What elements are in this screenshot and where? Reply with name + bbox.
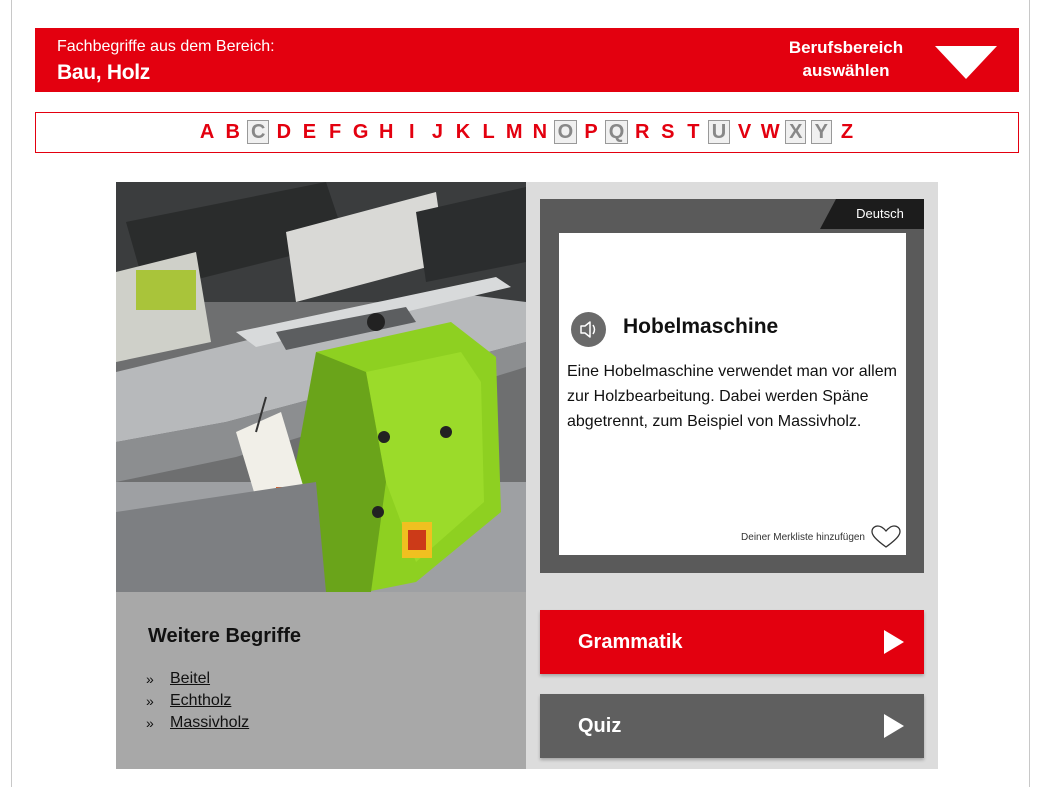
heart-icon[interactable] bbox=[871, 525, 901, 549]
letter-label[interactable]: I bbox=[409, 121, 415, 143]
favorite-label[interactable]: Deiner Merkliste hinzufügen bbox=[741, 532, 865, 543]
letter-y: Y bbox=[809, 120, 835, 144]
select-area-line2[interactable]: auswählen bbox=[781, 59, 911, 82]
header-bar: Fachbegriffe aus dem Bereich: Bau, Holz … bbox=[35, 28, 1019, 92]
letter-h[interactable]: H bbox=[373, 121, 399, 144]
letter-label: U bbox=[707, 120, 731, 144]
letter-w[interactable]: W bbox=[757, 121, 783, 144]
letter-e[interactable]: E bbox=[297, 121, 323, 144]
header-subtitle: Fachbegriffe aus dem Bereich: bbox=[57, 38, 275, 55]
grammar-button[interactable]: Grammatik bbox=[540, 610, 924, 674]
letter-label[interactable]: N bbox=[533, 121, 547, 143]
letter-label: Y bbox=[810, 120, 832, 144]
alphabet-bar: ABCDEFGHIJKLMNOPQRSTUVWXYZ bbox=[35, 112, 1019, 153]
letter-r[interactable]: R bbox=[629, 121, 655, 144]
select-area-button[interactable]: Berufsbereich auswählen bbox=[781, 36, 911, 82]
list-item: » Echtholz bbox=[146, 690, 249, 712]
letter-b[interactable]: B bbox=[220, 121, 246, 144]
letter-label: C bbox=[247, 120, 270, 144]
letter-label[interactable]: M bbox=[506, 121, 523, 143]
letter-label: Q bbox=[604, 120, 629, 144]
letter-m[interactable]: M bbox=[501, 121, 527, 144]
letter-label[interactable]: W bbox=[761, 121, 780, 143]
letter-label[interactable]: A bbox=[200, 121, 214, 143]
play-arrow-icon[interactable] bbox=[884, 630, 904, 654]
letter-label[interactable]: E bbox=[303, 121, 316, 143]
letter-n[interactable]: N bbox=[527, 121, 553, 144]
add-to-favorites-button[interactable]: Deiner Merkliste hinzufügen bbox=[741, 525, 901, 549]
letter-o: O bbox=[553, 120, 579, 144]
term-title: Hobelmaschine bbox=[623, 315, 779, 338]
letter-p[interactable]: P bbox=[578, 121, 604, 144]
select-area-line1[interactable]: Berufsbereich bbox=[781, 36, 911, 59]
term-photo bbox=[116, 182, 526, 592]
letter-z[interactable]: Z bbox=[834, 121, 860, 144]
more-terms-list: » Beitel » Echtholz » Massivholz bbox=[146, 668, 249, 734]
letter-k[interactable]: K bbox=[450, 121, 476, 144]
letter-u: U bbox=[706, 120, 732, 144]
speaker-icon[interactable] bbox=[571, 312, 606, 347]
letter-label[interactable]: V bbox=[738, 121, 751, 143]
letter-v[interactable]: V bbox=[732, 121, 758, 144]
letter-label[interactable]: L bbox=[483, 121, 495, 143]
letter-q: Q bbox=[604, 120, 630, 144]
letter-g[interactable]: G bbox=[348, 121, 374, 144]
quiz-button-label[interactable]: Quiz bbox=[578, 715, 884, 738]
grammar-button-label[interactable]: Grammatik bbox=[578, 631, 884, 654]
letter-label[interactable]: F bbox=[329, 121, 341, 143]
more-terms-title: Weitere Begriffe bbox=[148, 625, 302, 647]
play-arrow-icon[interactable] bbox=[884, 714, 904, 738]
letter-j[interactable]: J bbox=[425, 121, 451, 144]
letter-label[interactable]: K bbox=[456, 121, 470, 143]
alphabet-letters: ABCDEFGHIJKLMNOPQRSTUVWXYZ bbox=[194, 120, 860, 144]
letter-label[interactable]: D bbox=[277, 121, 291, 143]
letter-label[interactable]: T bbox=[687, 121, 699, 143]
letter-label[interactable]: J bbox=[432, 121, 443, 143]
language-badge: Deutsch bbox=[820, 199, 924, 229]
letter-label[interactable]: S bbox=[661, 121, 674, 143]
letter-label[interactable]: R bbox=[635, 121, 649, 143]
term-card-frame: Deutsch Hobelmaschine Eine Hobelmaschine… bbox=[540, 199, 924, 573]
term-definition: Eine Hobelmaschine verwendet man vor all… bbox=[567, 363, 897, 430]
bullet-icon: » bbox=[146, 715, 154, 731]
term-link-echtholz[interactable]: Echtholz bbox=[170, 690, 231, 712]
term-card: Hobelmaschine Eine Hobelmaschine verwend… bbox=[559, 233, 906, 555]
letter-s[interactable]: S bbox=[655, 121, 681, 144]
letter-t[interactable]: T bbox=[681, 121, 707, 144]
letter-label[interactable]: H bbox=[379, 121, 393, 143]
letter-l[interactable]: L bbox=[476, 121, 502, 144]
letter-f[interactable]: F bbox=[322, 121, 348, 144]
letter-label: O bbox=[553, 120, 578, 144]
bullet-icon: » bbox=[146, 693, 154, 709]
dropdown-triangle-icon[interactable] bbox=[935, 46, 997, 79]
bullet-icon: » bbox=[146, 671, 154, 687]
speaker-glyph bbox=[580, 321, 596, 338]
planer-machine-photo bbox=[116, 182, 526, 592]
letter-label[interactable]: G bbox=[353, 121, 369, 143]
letter-label[interactable]: Z bbox=[841, 121, 853, 143]
quiz-button[interactable]: Quiz bbox=[540, 694, 924, 758]
letter-c: C bbox=[245, 120, 271, 144]
list-item: » Massivholz bbox=[146, 712, 249, 734]
letter-d[interactable]: D bbox=[271, 121, 297, 144]
letter-x: X bbox=[783, 120, 809, 144]
letter-label[interactable]: P bbox=[584, 121, 597, 143]
letter-label: X bbox=[785, 120, 807, 144]
term-link-beitel[interactable]: Beitel bbox=[170, 668, 210, 690]
letter-label[interactable]: B bbox=[225, 121, 239, 143]
letter-a[interactable]: A bbox=[194, 121, 220, 144]
list-item: » Beitel bbox=[146, 668, 249, 690]
header-area: Bau, Holz bbox=[57, 61, 150, 84]
letter-i[interactable]: I bbox=[399, 121, 425, 144]
more-terms-panel: Weitere Begriffe » Beitel » Echtholz » Mass… bbox=[116, 592, 526, 769]
term-link-massivholz[interactable]: Massivholz bbox=[170, 712, 249, 734]
